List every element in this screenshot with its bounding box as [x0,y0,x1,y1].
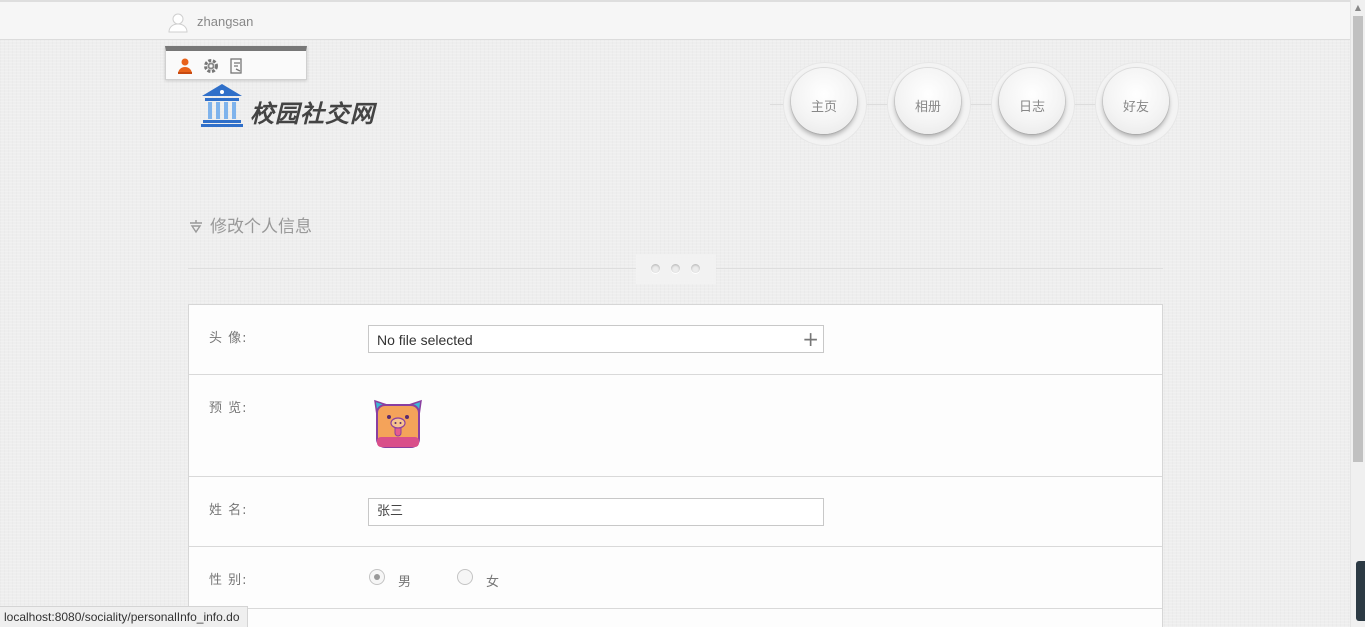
gear-icon[interactable] [202,57,220,75]
edit-icon [188,218,204,234]
nav-friends[interactable]: 好友 [1095,62,1179,146]
gender-female-radio[interactable] [457,569,473,585]
user-avatar-icon[interactable] [167,11,189,33]
gender-male-radio[interactable] [369,569,385,585]
logo-text: 校园社交网 [250,99,375,128]
top-bar: zhangsan [0,0,1350,40]
site-logo[interactable]: 校园社交网 [199,82,399,132]
gender-female-label[interactable]: 女 [486,571,499,590]
building-icon [201,84,243,127]
gender-label: 性 别: [209,573,248,588]
nav-label: 相册 [914,100,941,115]
preview-label: 预 览: [209,401,248,416]
nav-label: 好友 [1122,100,1149,115]
avatar-label: 头 像: [209,331,248,346]
form-row-name: 姓 名: 张三 [189,477,1162,547]
side-widget[interactable] [1356,561,1365,621]
user-menu [165,46,307,80]
page-title-text: 修改个人信息 [210,217,312,237]
profile-form: 头 像: No file selected + 预 览: 姓 名: 张三 性 别… [188,304,1163,627]
name-input[interactable]: 张三 [368,498,824,526]
logout-icon[interactable] [228,57,246,75]
name-label: 姓 名: [209,503,248,518]
user-icon[interactable] [176,57,194,75]
scroll-up-icon[interactable]: ▲ [1351,0,1365,16]
nav-home[interactable]: 主页 [783,62,867,146]
page-scrollbar[interactable]: ▲ [1350,0,1365,627]
plus-icon[interactable]: + [802,329,819,349]
nav-diary[interactable]: 日志 [991,62,1075,146]
scroll-thumb[interactable] [1353,16,1363,462]
divider-ornament [636,254,716,284]
form-row-gender: 性 别: 男 女 [189,547,1162,609]
nav-album[interactable]: 相册 [887,62,971,146]
form-row-preview: 预 览: [189,375,1162,477]
file-input-text: No file selected [377,332,473,348]
form-row-avatar: 头 像: No file selected + [189,305,1162,375]
avatar-file-input[interactable]: No file selected + [368,325,824,353]
nav-label: 日志 [1018,100,1045,115]
username[interactable]: zhangsan [197,14,253,29]
status-bar-url: localhost:8080/sociality/personalInfo_in… [0,606,248,627]
page-title: 修改个人信息 [188,212,312,237]
nav-label: 主页 [810,100,837,115]
avatar-preview-image [371,397,425,451]
gender-male-label[interactable]: 男 [398,571,411,590]
